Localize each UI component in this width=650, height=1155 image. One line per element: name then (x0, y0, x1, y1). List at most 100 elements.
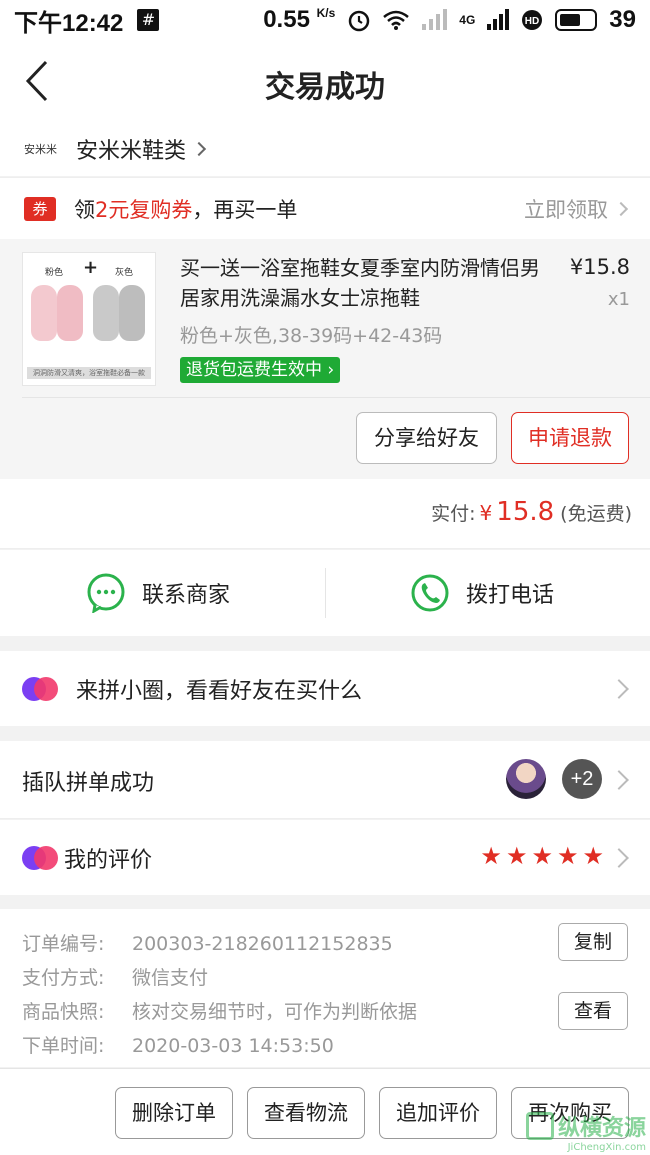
page-title: 交易成功 (265, 70, 385, 105)
svg-text:HD: HD (525, 16, 539, 27)
chevron-right-icon (609, 847, 629, 868)
product-quantity: x1 (607, 289, 630, 310)
circle-logo-icon (22, 845, 58, 870)
coupon-badge: 券 (24, 196, 56, 221)
payment-method-key: 支付方式: (22, 967, 105, 989)
order-time-line: 下单时间: 2020-03-03 14:53:50 (22, 1031, 334, 1058)
alarm-icon (349, 10, 370, 32)
review-label-group: 我的评价 (22, 820, 152, 895)
my-review-row[interactable]: 我的评价 ★ ★ ★ ★ ★ (0, 820, 650, 895)
order-info: 订单编号: 200303-218260112152835 复制 支付方式: 微信支付… (0, 909, 650, 1067)
wifi-icon (383, 10, 410, 30)
product-title[interactable]: 买一送一浴室拖鞋女夏季室内防滑情侣男居家用洗澡漏水女士凉拖鞋 (180, 253, 550, 313)
network-type: 4G (459, 13, 476, 27)
claim-coupon-link[interactable]: 立即领取 (524, 194, 629, 224)
copy-button[interactable]: 复制 (558, 923, 628, 961)
avatar (506, 759, 546, 799)
product-card: 粉色 + 灰色 洞洞防滑又清爽，浴室拖鞋必备一款 买一送一浴室拖鞋女夏季室内防滑… (0, 239, 650, 479)
star-icon: ★ (531, 842, 553, 870)
order-number-line: 订单编号: 200303-218260112152835 (22, 929, 393, 956)
chevron-right-icon (613, 201, 629, 216)
product-price: ¥15.8 (569, 255, 630, 279)
signal-icon-2 (487, 9, 510, 30)
payment-method-line: 支付方式: 微信支付 (22, 963, 208, 990)
shop-name[interactable]: 安米米鞋类 (76, 133, 186, 165)
star-rating: ★ ★ ★ ★ ★ (480, 844, 604, 868)
coupon-row[interactable]: 券 领2元复购券，再买一单 立即领取 (0, 177, 650, 239)
phone-icon (411, 574, 449, 612)
friend-circle-row[interactable]: 来拼小圈，看看好友在买什么 (0, 651, 650, 726)
chat-icon (87, 573, 125, 613)
chevron-right-icon (609, 769, 629, 790)
view-snapshot-button[interactable]: 查看 (558, 992, 628, 1030)
divider (325, 568, 326, 618)
pink-slipper-image (57, 285, 83, 341)
friend-circle-label: 来拼小圈，看看好友在买什么 (76, 678, 363, 704)
coupon-highlight: 2元复购券 (95, 197, 193, 222)
nav-header: 交易成功 (0, 40, 650, 122)
coupon-suffix: ，再买一单 (192, 197, 298, 222)
coupon-prefix: 领 (74, 197, 95, 222)
contact-merchant-button[interactable]: 联系商家 (86, 550, 230, 636)
claim-label: 立即领取 (524, 197, 608, 222)
hash-icon: # (137, 9, 160, 31)
my-review-label: 我的评价 (64, 847, 153, 873)
shop-row[interactable]: 安米米 安米米鞋类 (0, 122, 650, 176)
payment-method-value: 微信支付 (132, 967, 209, 989)
paid-amount: 实付: ¥ 15.8 (免运费) (431, 497, 632, 527)
circle-dot (34, 676, 58, 701)
contact-merchant-label: 联系商家 (142, 583, 231, 608)
call-phone-label: 拨打电话 (466, 583, 555, 608)
watermark-icon (525, 1112, 554, 1140)
share-button[interactable]: 分享给好友 (356, 412, 497, 464)
group-buy-row[interactable]: 插队拼单成功 +2 (0, 741, 650, 819)
circle-dot (34, 845, 58, 870)
add-review-button[interactable]: 追加评价 (379, 1087, 497, 1139)
thumb-caption: 洞洞防滑又清爽，浴室拖鞋必备一款 (27, 367, 151, 379)
snapshot-key: 商品快照: (22, 1001, 105, 1023)
chevron-right-icon (191, 141, 207, 157)
watermark-logo: 纵横资源 JiChengXin.com (525, 1110, 646, 1153)
order-number-value: 200303-218260112152835 (132, 933, 393, 955)
circle-logo-icon (22, 676, 58, 701)
star-icon: ★ (480, 842, 502, 870)
star-icon: ★ (582, 842, 604, 870)
thumb-right-label: 灰色 (115, 268, 134, 278)
battery-level: 39 (609, 6, 636, 33)
order-detail-page: 下午12:42 # 0.55 K/s 4G HD 39 交易成功 安米米 安米米… (0, 0, 650, 1155)
status-right: 0.55 K/s 4G HD 39 (263, 6, 636, 34)
divider (22, 397, 650, 398)
status-time: 下午12:42 (14, 9, 124, 37)
star-icon: ★ (556, 842, 579, 870)
hd-icon: HD (522, 10, 543, 30)
product-spec: 粉色+灰色,38-39码+42-43码 (180, 325, 443, 347)
group-buy-label: 插队拼单成功 (22, 771, 155, 796)
bottom-action-bar: 删除订单 查看物流 追加评价 再次购买 纵横资源 JiChengXin.com (0, 1068, 650, 1155)
network-speed: 0.55 K/s (263, 6, 335, 34)
star-icon: ★ (505, 842, 528, 870)
thumb-left-label: 粉色 (45, 268, 64, 278)
paid-label: 实付: (431, 503, 476, 525)
shop-logo: 安米米 (24, 143, 57, 156)
delete-order-button[interactable]: 删除订单 (115, 1087, 233, 1139)
refund-button[interactable]: 申请退款 (511, 412, 629, 464)
speed-value: 0.55 (263, 6, 310, 33)
view-logistics-button[interactable]: 查看物流 (247, 1087, 365, 1139)
currency-symbol: ¥ (479, 501, 493, 525)
watermark-url: JiChengXin.com (567, 1142, 646, 1153)
order-time-key: 下单时间: (22, 1035, 105, 1057)
chevron-right-icon (609, 678, 629, 699)
battery-icon (555, 9, 598, 31)
speed-unit: K/s (316, 6, 336, 20)
watermark-top: 纵横资源 (525, 1110, 646, 1142)
snapshot-value: 核对交易细节时，可作为判断依据 (132, 1001, 418, 1023)
paid-value: 15.8 (496, 497, 555, 527)
return-shipping-tag[interactable]: 退货包运费生效中 › (180, 357, 341, 383)
call-phone-button[interactable]: 拨打电话 (410, 550, 554, 636)
watermark-text: 纵横资源 (557, 1116, 646, 1141)
product-thumbnail[interactable]: 粉色 + 灰色 洞洞防滑又清爽，浴室拖鞋必备一款 (22, 252, 156, 386)
signal-icon (422, 9, 448, 30)
gray-slipper-image (93, 285, 119, 341)
pink-slipper-image (31, 285, 57, 341)
coupon-text: 领2元复购券，再买一单 (74, 194, 297, 224)
